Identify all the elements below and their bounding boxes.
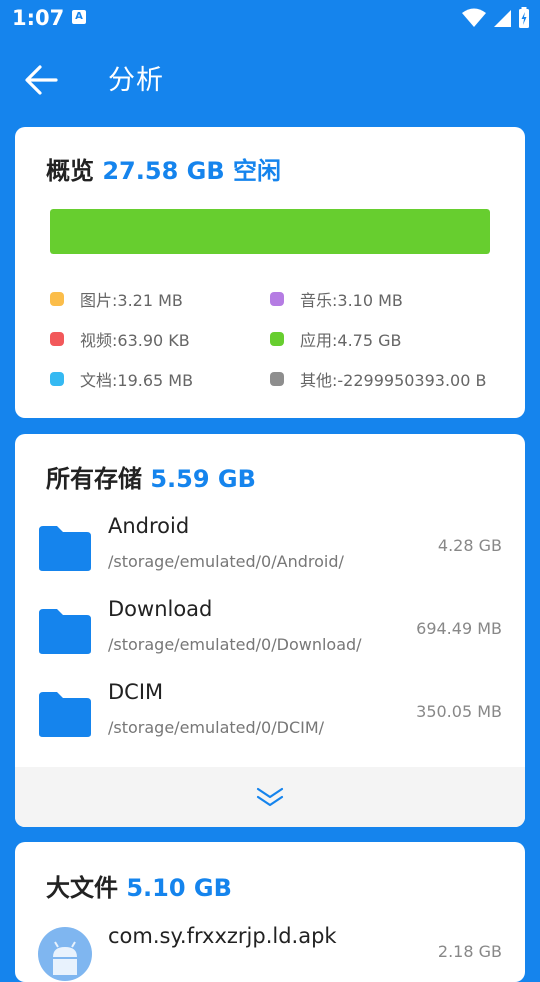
storage-card: 所有存储 5.59 GB Android /storage/emulated/0… [15, 434, 525, 827]
folder-icon [39, 526, 91, 571]
overview-header: 概览 27.58 GB 空闲 [46, 151, 281, 186]
folder-name: Download [108, 597, 213, 621]
storage-title: 所有存储 [46, 465, 142, 493]
folder-size: 694.49 MB [416, 619, 502, 638]
wifi-icon [462, 8, 486, 27]
legend-item-other: 其他:-2299950393.00 B [270, 367, 486, 391]
legend-dot [50, 372, 64, 386]
folder-row-android[interactable]: Android /storage/emulated/0/Android/ 4.2… [15, 514, 525, 594]
storage-header: 所有存储 5.59 GB [46, 459, 256, 494]
large-files-card: 大文件 5.10 GB com.sy.frxxzrjp.ld.apk 2.18 … [15, 842, 525, 982]
double-chevron-down-icon [256, 787, 284, 807]
folder-icon [39, 609, 91, 654]
expand-more-button[interactable] [15, 767, 525, 827]
overview-title: 概览 [46, 157, 94, 185]
folder-size: 4.28 GB [437, 536, 502, 555]
folder-icon [39, 692, 91, 737]
folder-path: /storage/emulated/0/DCIM/ [108, 718, 325, 737]
legend-label: 图片:3.21 MB [80, 291, 183, 310]
battery-icon [519, 7, 529, 28]
legend-label: 应用:4.75 GB [300, 331, 402, 350]
folder-row-dcim[interactable]: DCIM /storage/emulated/0/DCIM/ 350.05 MB [15, 680, 525, 760]
legend-item-apps: 应用:4.75 GB [270, 327, 401, 351]
legend-label: 其他:-2299950393.00 B [300, 371, 487, 390]
legend-dot [270, 292, 284, 306]
legend-label: 音乐:3.10 MB [300, 291, 403, 310]
legend-item-music: 音乐:3.10 MB [270, 287, 403, 311]
status-time: 1:07 [12, 6, 65, 30]
notification-a-icon: A [72, 10, 86, 24]
legend-label: 文档:19.65 MB [80, 371, 194, 390]
status-bar: 1:07 A [0, 0, 540, 36]
storage-total: 5.59 GB [150, 465, 256, 493]
large-files-title: 大文件 [46, 874, 118, 902]
legend-label: 视频:63.90 KB [80, 331, 190, 350]
legend-item-documents: 文档:19.65 MB [50, 367, 193, 391]
storage-usage-bar [50, 209, 490, 254]
folder-path: /storage/emulated/0/Download/ [108, 635, 362, 654]
legend-item-images: 图片:3.21 MB [50, 287, 183, 311]
folder-size: 350.05 MB [416, 702, 502, 721]
legend-dot [270, 332, 284, 346]
system-icons [462, 7, 530, 29]
legend-dot [50, 332, 64, 346]
overview-card: 概览 27.58 GB 空闲 图片:3.21 MB 音乐:3.10 MB 视频:… [15, 127, 525, 418]
storage-usage-fill [50, 209, 490, 254]
legend-item-video: 视频:63.90 KB [50, 327, 190, 351]
folder-name: DCIM [108, 680, 164, 704]
android-icon [38, 927, 92, 981]
folder-path: /storage/emulated/0/Android/ [108, 552, 344, 571]
legend-dot [50, 292, 64, 306]
large-files-header: 大文件 5.10 GB [46, 868, 232, 903]
overview-free-space: 27.58 GB 空闲 [102, 157, 281, 185]
back-button[interactable] [20, 60, 62, 100]
cellular-signal-icon [494, 10, 511, 27]
file-name: com.sy.frxxzrjp.ld.apk [108, 924, 337, 948]
file-size: 2.18 GB [437, 942, 502, 961]
page-title: 分析 [108, 65, 164, 96]
folder-name: Android [108, 514, 190, 538]
large-files-total: 5.10 GB [126, 874, 232, 902]
folder-row-download[interactable]: Download /storage/emulated/0/Download/ 6… [15, 597, 525, 677]
app-bar: 分析 [0, 36, 540, 120]
legend-dot [270, 372, 284, 386]
arrow-left-icon [25, 65, 58, 95]
